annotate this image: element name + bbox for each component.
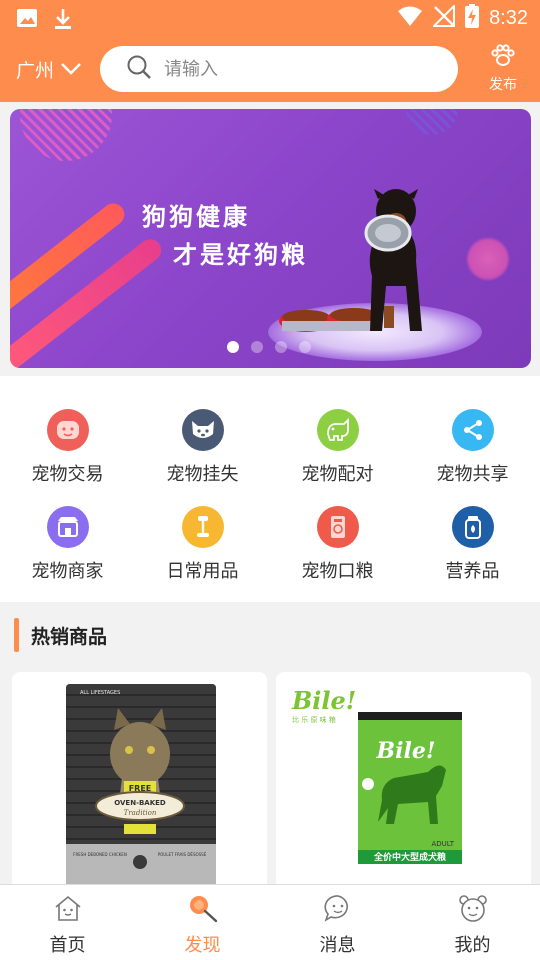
category-pet-match[interactable]: 宠物配对 [270, 409, 405, 486]
city-label: 广州 [16, 60, 55, 82]
nav-label: 我的 [454, 935, 491, 956]
package-flavor: FRESH DEBONED CHICKEN [73, 852, 127, 857]
pet-lost-icon [181, 409, 224, 451]
category-grid: 宠物交易 宠物挂失 宠物配对 宠物共享 宠物商家 日常用品 宠物口粮 营养品 [0, 376, 540, 602]
section-accent-bar [14, 618, 19, 652]
category-label: 宠物挂失 [166, 464, 239, 485]
nav-label: 首页 [49, 935, 86, 956]
no-signal-icon [431, 3, 456, 31]
dog-image [364, 189, 422, 331]
nav-label: 发现 [184, 935, 221, 956]
category-pet-lost[interactable]: 宠物挂失 [135, 409, 270, 486]
share-icon [451, 409, 494, 451]
publish-label: 发布 [489, 77, 517, 93]
search-bar[interactable] [100, 46, 458, 92]
category-daily-goods[interactable]: 日常用品 [135, 506, 270, 583]
status-bar: 8:32 [0, 0, 540, 36]
section-title: 热销商品 [31, 626, 108, 648]
category-label: 宠物配对 [301, 464, 374, 485]
pet-food-icon [316, 506, 359, 548]
shop-icon [46, 506, 89, 548]
hot-products-header: 热销商品 [0, 606, 540, 664]
category-pet-food[interactable]: 宠物口粮 [270, 506, 405, 583]
profile-icon [457, 893, 489, 927]
banner-headline: 狗狗健康 [142, 203, 250, 231]
status-time: 8:32 [489, 6, 528, 29]
promo-banner[interactable]: 狗狗健康 才是好狗粮 [10, 109, 531, 368]
publish-button[interactable]: 发布 [478, 44, 528, 94]
brand-name: Bile! [292, 686, 357, 715]
top-header: 广州 发布 [0, 36, 540, 102]
decor-circle [406, 109, 458, 135]
pagination-dot[interactable] [275, 341, 287, 353]
pagination-dot[interactable] [299, 341, 311, 353]
decor-stripe [10, 234, 166, 368]
banner-pagination [227, 341, 311, 353]
nav-messages[interactable]: 消息 [270, 893, 405, 957]
pet-trade-icon [46, 409, 89, 451]
banner-subheadline: 才是好狗粮 [173, 241, 308, 269]
category-pet-shop[interactable]: 宠物商家 [0, 506, 135, 583]
package-subtitle: Tradition [124, 809, 157, 817]
message-icon [323, 893, 353, 927]
category-label: 宠物商家 [31, 561, 104, 582]
nutrition-icon [451, 506, 494, 548]
package-banner: OVEN-BAKED [114, 799, 166, 807]
product-card[interactable]: Bile! 比 乐 原 味 粮 Bile! ADULT 全价中大型成犬粮 [276, 672, 531, 892]
discover-icon [187, 893, 219, 927]
city-selector[interactable]: 广州 [16, 56, 82, 83]
search-input[interactable] [164, 58, 424, 80]
home-icon [53, 893, 83, 927]
category-label: 宠物共享 [436, 464, 509, 485]
category-pet-share[interactable]: 宠物共享 [405, 409, 540, 486]
package-badge: FREE [129, 784, 152, 793]
nav-discover[interactable]: 发现 [135, 893, 270, 957]
category-label: 宠物交易 [31, 464, 104, 485]
decor-circle [466, 237, 510, 281]
package-top-text: ALL LIFESTAGES [80, 690, 120, 696]
bottom-navigation: 首页 发现 消息 我的 [0, 884, 540, 960]
package-brand: Bile! [376, 738, 436, 764]
product-image-cat-food: ALL LIFESTAGES FREE OVEN-BAKED Tradition… [66, 684, 216, 892]
image-icon [16, 7, 38, 35]
product-card[interactable]: ALL LIFESTAGES FREE OVEN-BAKED Tradition… [12, 672, 267, 892]
nav-label: 消息 [319, 935, 356, 956]
brand-subtitle: 比 乐 原 味 粮 [292, 716, 336, 724]
paw-icon [490, 44, 516, 72]
category-label: 宠物口粮 [301, 561, 374, 582]
download-icon [52, 7, 74, 35]
category-pet-trade[interactable]: 宠物交易 [0, 409, 135, 486]
package-flavor-fr: POULET FRAIS DÉSOSSÉ [158, 852, 207, 857]
category-nutrition[interactable]: 营养品 [405, 506, 540, 583]
chevron-down-icon [60, 59, 82, 81]
nav-home[interactable]: 首页 [0, 893, 135, 957]
banner-section: 狗狗健康 才是好狗粮 [0, 102, 540, 376]
pet-match-icon [316, 409, 359, 451]
wifi-icon [397, 5, 423, 31]
daily-goods-icon [181, 506, 224, 548]
category-label: 日常用品 [166, 561, 239, 582]
package-label: ADULT [431, 840, 454, 848]
search-icon [126, 54, 152, 84]
battery-charging-icon [465, 4, 480, 32]
package-text: 全价中大型成犬粮 [373, 851, 446, 863]
nav-profile[interactable]: 我的 [405, 893, 540, 957]
product-brand-logo: Bile! 比 乐 原 味 粮 [292, 688, 362, 725]
product-image-dog-food: Bile! ADULT 全价中大型成犬粮 [358, 712, 462, 892]
pagination-dot[interactable] [227, 341, 239, 353]
decor-circle [20, 109, 112, 161]
category-label: 营养品 [445, 561, 500, 582]
pagination-dot[interactable] [251, 341, 263, 353]
